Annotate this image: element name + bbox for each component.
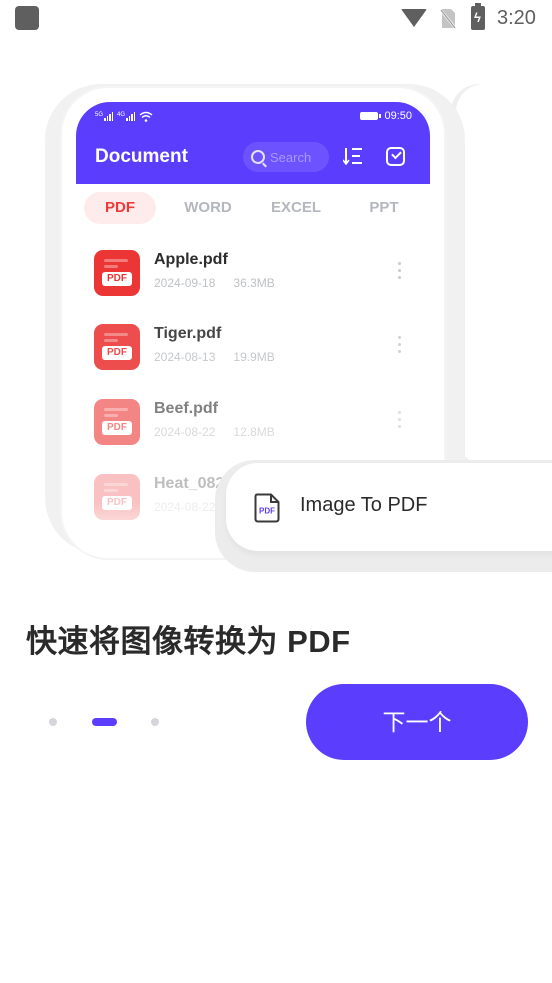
file-date: 2024-09-18: [154, 276, 216, 290]
pdf-file-icon: PDF: [94, 250, 140, 296]
app-notification-icon: [15, 6, 39, 30]
pdf-file-icon: PDF: [94, 324, 140, 370]
mockup-app-title: Document: [95, 146, 188, 167]
search-placeholder: Search: [270, 149, 312, 165]
next-button[interactable]: 下一个: [306, 684, 528, 760]
mockup-appbar: 5G 4G 09:50 Document Search: [76, 102, 430, 184]
file-name: Tiger.pdf: [154, 325, 222, 342]
battery-charging-icon: ϟ: [471, 3, 485, 30]
page-indicator-1: [49, 718, 57, 726]
tab-pdf: PDF: [84, 192, 156, 224]
mockup-battery-icon: [360, 112, 382, 120]
tab-excel: EXCEL: [270, 199, 321, 216]
feature-card-label: Image To PDF: [300, 494, 428, 516]
pdf-document-icon: PDF: [254, 493, 280, 523]
clock: 3:20: [497, 7, 536, 29]
wifi-icon: [401, 9, 427, 27]
svg-text:PDF: PDF: [259, 507, 275, 516]
file-meta: 2024-08-13 19.9MB: [154, 350, 275, 364]
file-date: 2024-08-13: [154, 350, 216, 364]
file-meta: 2024-08-22 12.8MB: [154, 425, 275, 439]
file-date: 2024-08-22: [154, 425, 216, 439]
file-item: PDF Apple.pdf 2024-09-18 36.3MB: [94, 250, 424, 300]
pdf-file-icon: PDF: [94, 399, 140, 445]
search-icon: [251, 150, 265, 164]
file-item: PDF Beef.pdf 2024-08-22 12.8MB: [94, 399, 424, 449]
mockup-search-field: Search: [243, 142, 329, 172]
file-size: 12.8MB: [233, 425, 275, 439]
mockup-wifi-icon: [139, 111, 153, 122]
status-bar: ϟ 3:20: [0, 0, 552, 38]
file-meta: 2024-09-18 36.3MB: [154, 276, 275, 290]
file-item: PDF Tiger.pdf 2024-08-13 19.9MB: [94, 324, 424, 374]
select-checkbox-icon: [386, 147, 405, 166]
mockup-status-right: 09:50: [360, 110, 412, 122]
tab-word: WORD: [184, 199, 232, 216]
image-to-pdf-card: PDF Image To PDF: [226, 463, 552, 551]
file-name: Apple.pdf: [154, 251, 228, 268]
mockup-tabs: PDF WORD EXCEL PPT: [76, 192, 430, 224]
sort-icon: [343, 148, 362, 165]
file-size: 19.9MB: [233, 350, 275, 364]
signal-4g-icon: 4G: [117, 112, 136, 121]
more-options-icon: [398, 411, 402, 429]
page-indicator-2-active: [92, 718, 117, 726]
tab-ppt: PPT: [369, 199, 399, 216]
no-sim-icon: [440, 8, 456, 29]
onboarding-headline: 快速将图像转换为 PDF: [26, 624, 351, 659]
file-name: Beef.pdf: [154, 400, 218, 417]
signal-5g-icon: 5G: [95, 112, 114, 121]
more-options-icon: [398, 262, 402, 280]
file-size: 36.3MB: [233, 276, 275, 290]
background-card: [456, 84, 552, 464]
page-indicator-3: [151, 718, 159, 726]
more-options-icon: [398, 336, 402, 354]
mockup-status-left: 5G 4G: [95, 111, 153, 122]
